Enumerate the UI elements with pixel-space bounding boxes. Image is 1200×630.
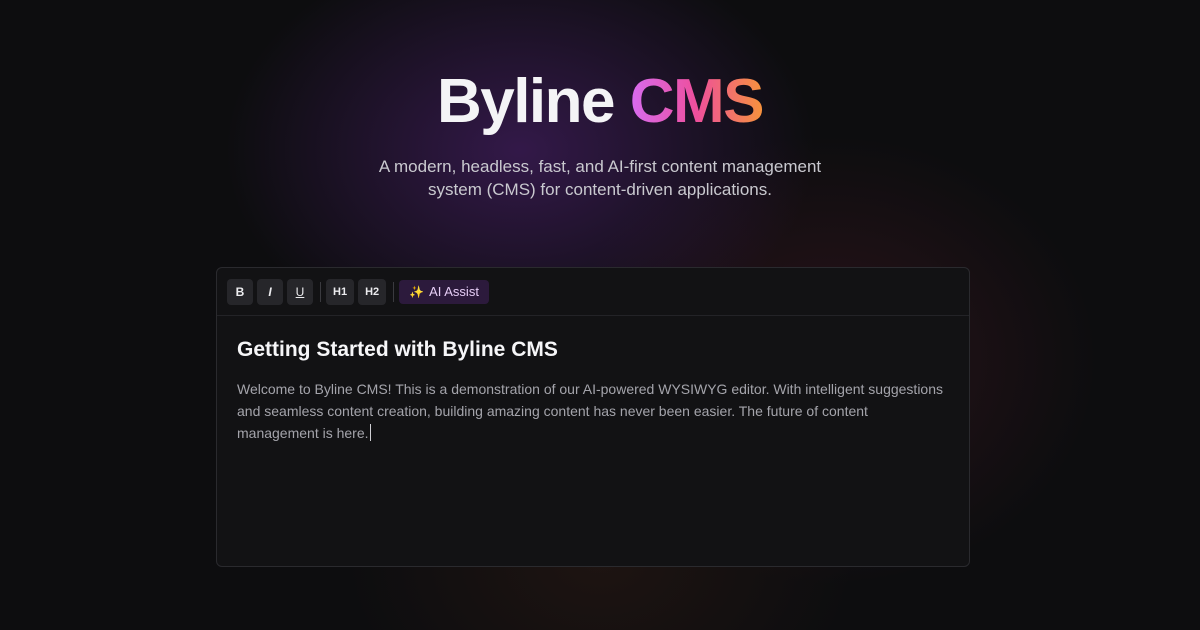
title-plain: Byline: [436, 67, 616, 136]
ai-assist-label: AI Assist: [429, 284, 479, 299]
page-title: Byline CMS: [0, 64, 1200, 140]
heading-2-button[interactable]: H2: [358, 278, 387, 305]
document-body-text: Welcome to Byline CMS! This is a demonst…: [237, 381, 944, 441]
document-body[interactable]: Welcome to Byline CMS! This is a demonst…: [237, 378, 949, 444]
toolbar-divider: [320, 281, 321, 302]
title-accent: CMS: [629, 67, 765, 136]
editor-content-area[interactable]: Getting Started with Byline CMS Welcome …: [217, 316, 969, 444]
wysiwyg-editor: B I U H1 H2 ✨ AI Assist Getting Started …: [216, 267, 970, 567]
document-title[interactable]: Getting Started with Byline CMS: [237, 336, 949, 364]
hero-section: Byline CMS A modern, headless, fast, and…: [0, 64, 1200, 201]
underline-button[interactable]: U: [287, 278, 313, 305]
bold-button[interactable]: B: [227, 278, 253, 305]
italic-button[interactable]: I: [257, 278, 283, 305]
editor-toolbar: B I U H1 H2 ✨ AI Assist: [217, 268, 969, 316]
ai-assist-button[interactable]: ✨ AI Assist: [399, 279, 489, 304]
heading-1-button[interactable]: H1: [326, 278, 355, 305]
page-subtitle: A modern, headless, fast, and AI-first c…: [378, 157, 822, 199]
toolbar-divider: [393, 281, 395, 302]
sparkles-icon: ✨: [409, 284, 425, 299]
text-cursor: [369, 424, 371, 441]
